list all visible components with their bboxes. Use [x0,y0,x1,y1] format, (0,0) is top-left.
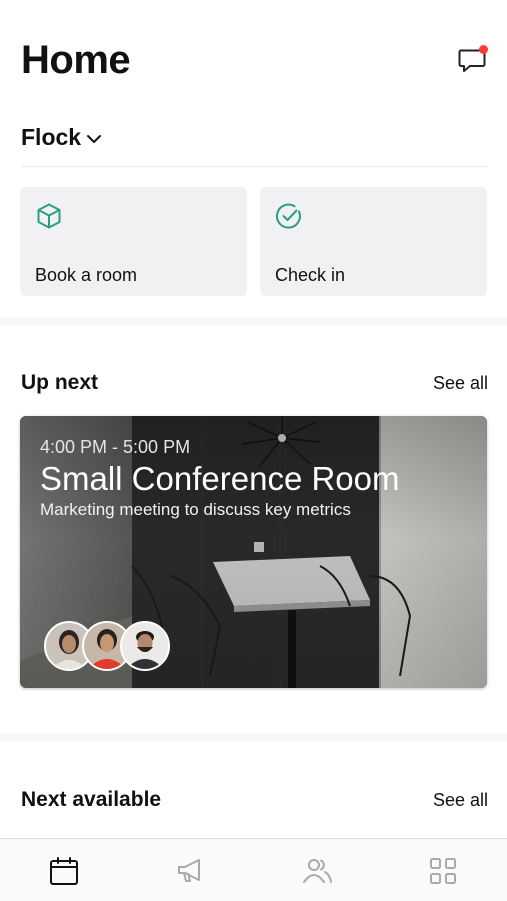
calendar-icon [50,857,78,885]
check-in-label: Check in [275,265,346,285]
next-available-title: Next available [21,788,162,811]
tab-people[interactable] [301,855,333,887]
page-title: Home [21,38,131,82]
book-room-button[interactable]: Book a room [20,187,247,296]
event-time: 4:00 PM - 5:00 PM [40,437,191,457]
messages-button[interactable] [458,44,488,74]
attendee-avatars [44,621,174,671]
header: Home [21,36,488,86]
divider [21,166,488,167]
tab-calendar[interactable] [48,855,80,887]
book-room-label: Book a room [35,265,138,285]
up-next-event-card[interactable]: 4:00 PM - 5:00 PM Small Conference Room … [20,416,487,688]
people-icon [303,859,332,883]
cube-icon [37,203,61,229]
tab-more[interactable] [427,855,459,887]
workspace-selector[interactable]: Flock [21,124,103,151]
section-separator [0,317,507,325]
event-description: Marketing meeting to discuss key metrics [40,500,351,519]
section-separator [0,733,507,741]
next-available-see-all-link[interactable]: See all [433,790,488,811]
up-next-see-all-link[interactable]: See all [433,373,488,394]
up-next-header: Up next See all [21,371,488,401]
check-in-button[interactable]: Check in [260,187,487,296]
chevron-down-icon [87,135,102,143]
bottom-tab-bar [0,838,507,901]
avatar [120,621,170,671]
notification-dot [479,45,488,54]
workspace-name: Flock [21,124,82,150]
check-circle-icon [275,203,301,229]
tab-announcements[interactable] [175,855,207,887]
up-next-title: Up next [21,371,99,394]
megaphone-icon [178,859,200,882]
next-available-header: Next available See all [21,788,488,818]
grid-icon [430,858,456,884]
event-room-name: Small Conference Room [40,460,400,497]
